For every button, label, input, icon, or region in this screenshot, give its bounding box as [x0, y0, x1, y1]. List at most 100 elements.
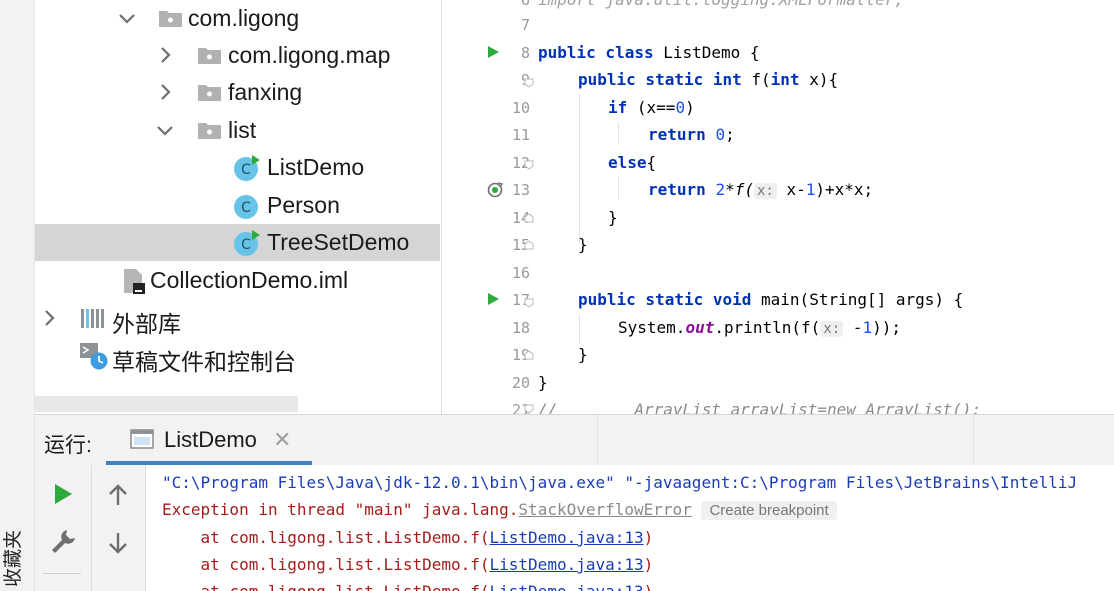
- fold-icon[interactable]: [524, 240, 534, 250]
- fold-icon[interactable]: [524, 213, 534, 223]
- run-gutter-icon[interactable]: [486, 45, 500, 59]
- chevron-down-icon[interactable]: [117, 8, 137, 28]
- code-token: System.: [618, 318, 686, 337]
- code-token: if: [608, 98, 628, 117]
- wrench-icon[interactable]: [49, 527, 77, 555]
- tree-item-label: list: [228, 117, 257, 143]
- code-token: public static int: [578, 70, 742, 89]
- console-window-icon: [130, 429, 154, 449]
- code-token: 1: [862, 318, 873, 337]
- divider: [43, 573, 81, 574]
- class-icon: C: [234, 195, 258, 219]
- exception-link[interactable]: StackOverflowError: [518, 500, 691, 519]
- package-folder-icon: [198, 85, 221, 101]
- code-line-19: }: [578, 345, 588, 364]
- rerun-play-icon[interactable]: [52, 482, 74, 506]
- code-line-18: System.out.println(f(x: -1));: [618, 318, 901, 345]
- line-number: 7: [520, 16, 530, 34]
- source-link[interactable]: ListDemo.java:13: [490, 582, 644, 591]
- line-number: 10: [511, 99, 530, 117]
- close-icon[interactable]: ✕: [273, 427, 291, 453]
- favorites-tab[interactable]: 收藏夹: [3, 520, 31, 590]
- code-token: x-: [776, 180, 806, 199]
- arrow-down-icon[interactable]: [107, 531, 129, 555]
- code-token: 2: [715, 180, 726, 199]
- tree-item-scratches[interactable]: 草稿文件和控制台: [35, 338, 440, 375]
- code-editor[interactable]: 6 7 8 9 10 11 12 13 14 15 16 17 18 19 20…: [441, 0, 1114, 414]
- code-line-21: // ArrayList arrayList=new ArrayList();: [538, 400, 982, 414]
- fold-icon[interactable]: [524, 350, 534, 360]
- fold-icon[interactable]: [524, 160, 534, 170]
- tree-item-listdemo[interactable]: C ListDemo: [35, 149, 440, 186]
- editor-gutter: 6 7 8 9 10 11 12 13 14 15 16 17 18 19 20…: [442, 0, 530, 414]
- run-tab-listdemo[interactable]: ListDemo ✕: [106, 415, 312, 465]
- package-folder-icon: [198, 123, 221, 139]
- chevron-right-icon[interactable]: [39, 308, 59, 328]
- code-line-14: }: [608, 208, 618, 227]
- iml-file-icon: [124, 269, 145, 294]
- line-number: 11: [511, 126, 530, 144]
- tree-item-person[interactable]: C Person: [35, 187, 440, 224]
- runnable-class-icon: C: [234, 155, 260, 181]
- tree-item-collectiondemo-iml[interactable]: CollectionDemo.iml: [35, 262, 440, 299]
- tree-item-label: Person: [267, 192, 340, 218]
- source-link[interactable]: ListDemo.java:13: [490, 555, 644, 574]
- code-token: public static void: [578, 290, 752, 309]
- code-line-11: return 0;: [648, 125, 735, 152]
- run-gutter-icon[interactable]: [486, 292, 500, 306]
- code-token: -: [843, 318, 863, 337]
- tree-item-com-ligong[interactable]: com.ligong: [35, 0, 440, 37]
- fold-icon[interactable]: [524, 78, 534, 88]
- arrow-up-icon[interactable]: [107, 483, 129, 507]
- code-token: return: [648, 180, 706, 199]
- tree-item-com-ligong-map[interactable]: com.ligong.map: [35, 37, 440, 74]
- parameter-hint: x:: [753, 183, 777, 199]
- chevron-right-icon[interactable]: [155, 82, 175, 102]
- code-token: ): [685, 98, 695, 117]
- tree-item-external-libraries[interactable]: 外部库: [35, 300, 440, 337]
- divider: [973, 415, 974, 465]
- source-link[interactable]: ListDemo.java:13: [490, 528, 644, 547]
- stack-text: ): [644, 582, 654, 591]
- favorites-label: 收藏夹: [3, 529, 25, 588]
- svg-text:C: C: [241, 237, 251, 253]
- code-token: ;: [725, 125, 735, 144]
- tree-item-treesetdemo[interactable]: C TreeSetDemo: [35, 224, 440, 261]
- stack-text: at com.ligong.list.ListDemo.f(: [162, 582, 490, 591]
- code-token: out: [685, 318, 715, 337]
- line-number: 6: [520, 0, 530, 9]
- stack-text: ): [643, 555, 654, 574]
- code-token: ));: [872, 318, 901, 337]
- tree-item-label: fanxing: [228, 79, 303, 105]
- code-line-20: }: [538, 373, 548, 392]
- tree-item-fanxing[interactable]: fanxing: [35, 74, 440, 111]
- line-number: 20: [511, 374, 530, 392]
- console-output[interactable]: "C:\Program Files\Java\jdk-12.0.1\bin\ja…: [146, 465, 1114, 591]
- chevron-right-icon[interactable]: [155, 45, 175, 65]
- code-line-10: if (x==0): [608, 98, 695, 125]
- line-number: 18: [511, 319, 530, 337]
- exception-text: Exception in thread "main" java.lang.: [162, 500, 519, 519]
- tree-horizontal-scrollbar[interactable]: [35, 396, 298, 412]
- create-breakpoint-button[interactable]: Create breakpoint: [701, 501, 837, 520]
- stack-text: at com.ligong.list.ListDemo.f(: [162, 528, 490, 547]
- stack-text: ): [643, 528, 654, 547]
- code-line-8: public class ListDemo {: [538, 43, 760, 70]
- code-token: x){: [799, 70, 839, 89]
- run-toolbar-secondary: [92, 465, 146, 591]
- code-token: (x==: [627, 98, 676, 117]
- run-tab-label: ListDemo: [164, 427, 257, 452]
- recursion-icon[interactable]: [486, 181, 504, 199]
- code-token: else: [608, 153, 647, 172]
- fold-icon[interactable]: [524, 404, 534, 414]
- fold-icon[interactable]: [524, 298, 534, 308]
- run-toolbar-primary: [35, 465, 92, 591]
- chevron-down-icon[interactable]: [155, 120, 175, 140]
- indent-guide: [618, 122, 619, 144]
- code-token: return: [648, 125, 706, 144]
- code-line-9: public static int f(int x){: [578, 70, 838, 97]
- runnable-class-icon: C: [234, 230, 260, 256]
- tree-item-list[interactable]: list: [35, 112, 440, 149]
